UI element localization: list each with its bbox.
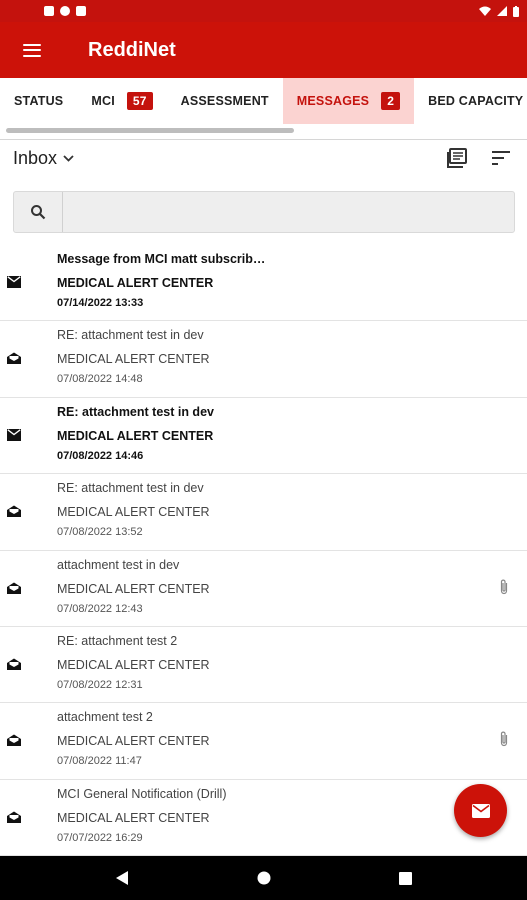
recents-button[interactable] [385,858,425,898]
message-sender: MEDICAL ALERT CENTER [57,505,210,520]
paperclip-icon [500,579,508,594]
inbox-toolbar: Inbox [0,141,527,175]
tab-label: MESSAGES [296,94,370,108]
count-badge: 57 [126,92,153,110]
notification-icon [44,6,54,16]
tab-bed-capacity[interactable]: BED CAPACITY [414,78,527,124]
notification-icon [76,6,86,16]
search-bar [13,191,515,233]
wifi-icon [479,6,491,16]
message-date: 07/08/2022 13:52 [57,526,143,539]
back-icon [115,871,128,885]
app-bar: ReddiNet [0,22,527,78]
tab-bar: STATUS MCI 57 ASSESSMENT MESSAGES 2 BED CA… [0,78,527,124]
message-subject: RE: attachment test in dev [57,328,204,343]
message-subject: RE: attachment test in dev [57,481,204,496]
envelope-open-icon [7,505,21,518]
message-date: 07/08/2022 12:43 [57,602,143,615]
message-sender: MEDICAL ALERT CENTER [57,734,210,749]
sort-icon[interactable] [489,146,513,170]
envelope-closed-icon [7,276,21,288]
message-list: Message from MCI matt subscribe c... MEDI… [0,245,527,856]
search-input[interactable] [63,192,514,232]
navigation-bar [0,856,527,900]
envelope-open-icon [7,658,21,670]
folder-dropdown[interactable]: Inbox [13,148,74,169]
envelope-closed-icon [7,428,21,441]
tab-label: MCI [91,94,115,108]
message-subject: attachment test 2 [57,710,153,725]
tab-messages[interactable]: MESSAGES 2 [282,78,415,124]
message-subject: Message from MCI matt subscribe c... [57,252,272,266]
search-icon [31,205,46,220]
message-row[interactable]: RE: attachment test in dev MEDICAL ALERT … [0,474,527,551]
home-icon [257,871,270,885]
divider [0,139,527,140]
tab-status[interactable]: STATUS [0,78,77,124]
message-subject: RE: attachment test in dev [57,404,214,419]
app-title: ReddiNet [88,38,176,61]
back-button[interactable] [102,858,142,898]
system-icons [479,5,519,17]
message-date: 07/08/2022 14:48 [57,373,143,386]
menu-button[interactable] [0,22,64,78]
notification-icons [44,6,86,16]
status-bar [0,0,527,22]
message-subject: attachment test in dev [57,557,180,572]
tab-label: STATUS [14,94,64,108]
recents-icon [398,871,412,885]
tab-mci[interactable]: MCI 57 [77,78,166,124]
envelope-open-icon [7,811,21,823]
message-row[interactable]: RE: attachment test 2 MEDICAL ALERT CENTE… [0,627,527,704]
message-date: 07/08/2022 11:47 [57,755,142,768]
mark-all-read-icon[interactable] [445,146,469,170]
tab-label: BED CAPACITY [428,94,524,108]
message-sender: MEDICAL ALERT CENTER [57,352,210,367]
message-row[interactable]: RE: attachment test in dev MEDICAL ALERT … [0,321,527,398]
envelope-open-icon [7,734,21,747]
message-sender: MEDICAL ALERT CENTER [57,428,214,443]
signal-icon [497,6,507,16]
battery-icon [513,5,519,17]
folder-label: Inbox [13,147,58,168]
message-sender: MEDICAL ALERT CENTER [57,276,214,290]
count-badge: 2 [381,92,401,110]
message-sender: MEDICAL ALERT CENTER [57,657,210,672]
message-sender: MEDICAL ALERT CENTER [57,810,210,825]
message-row[interactable]: MCI General Notification (Drill) MEDICAL … [0,780,527,856]
message-row[interactable]: attachment test in dev MEDICAL ALERT CENT… [0,551,527,627]
tab-scroll-indicator[interactable] [6,128,294,133]
compose-message-button[interactable] [454,784,507,837]
message-date: 07/08/2022 12:31 [57,678,143,691]
hamburger-icon [23,43,41,57]
message-subject: MCI General Notification (Drill) [57,786,227,801]
message-row[interactable]: Message from MCI matt subscribe c... MEDI… [0,245,527,322]
compose-mail-icon [471,803,490,818]
message-row[interactable]: attachment test 2 MEDICAL ALERT CENTER 07/… [0,703,527,780]
tab-assessment[interactable]: ASSESSMENT [167,78,283,124]
tab-label: ASSESSMENT [180,94,269,108]
paperclip-icon [500,731,508,747]
message-sender: MEDICAL ALERT CENTER [57,581,210,596]
message-date: 07/14/2022 13:33 [57,297,144,309]
search-button[interactable] [14,192,63,232]
message-subject: RE: attachment test 2 [57,633,178,648]
message-date: 07/07/2022 16:29 [57,831,143,844]
envelope-open-icon [7,352,21,365]
notification-icon [60,6,70,16]
envelope-open-icon [7,582,21,594]
home-button[interactable] [244,858,284,898]
message-row[interactable]: RE: attachment test in dev MEDICAL ALERT … [0,398,527,475]
chevron-down-icon [63,154,74,162]
message-date: 07/08/2022 14:46 [57,449,144,462]
